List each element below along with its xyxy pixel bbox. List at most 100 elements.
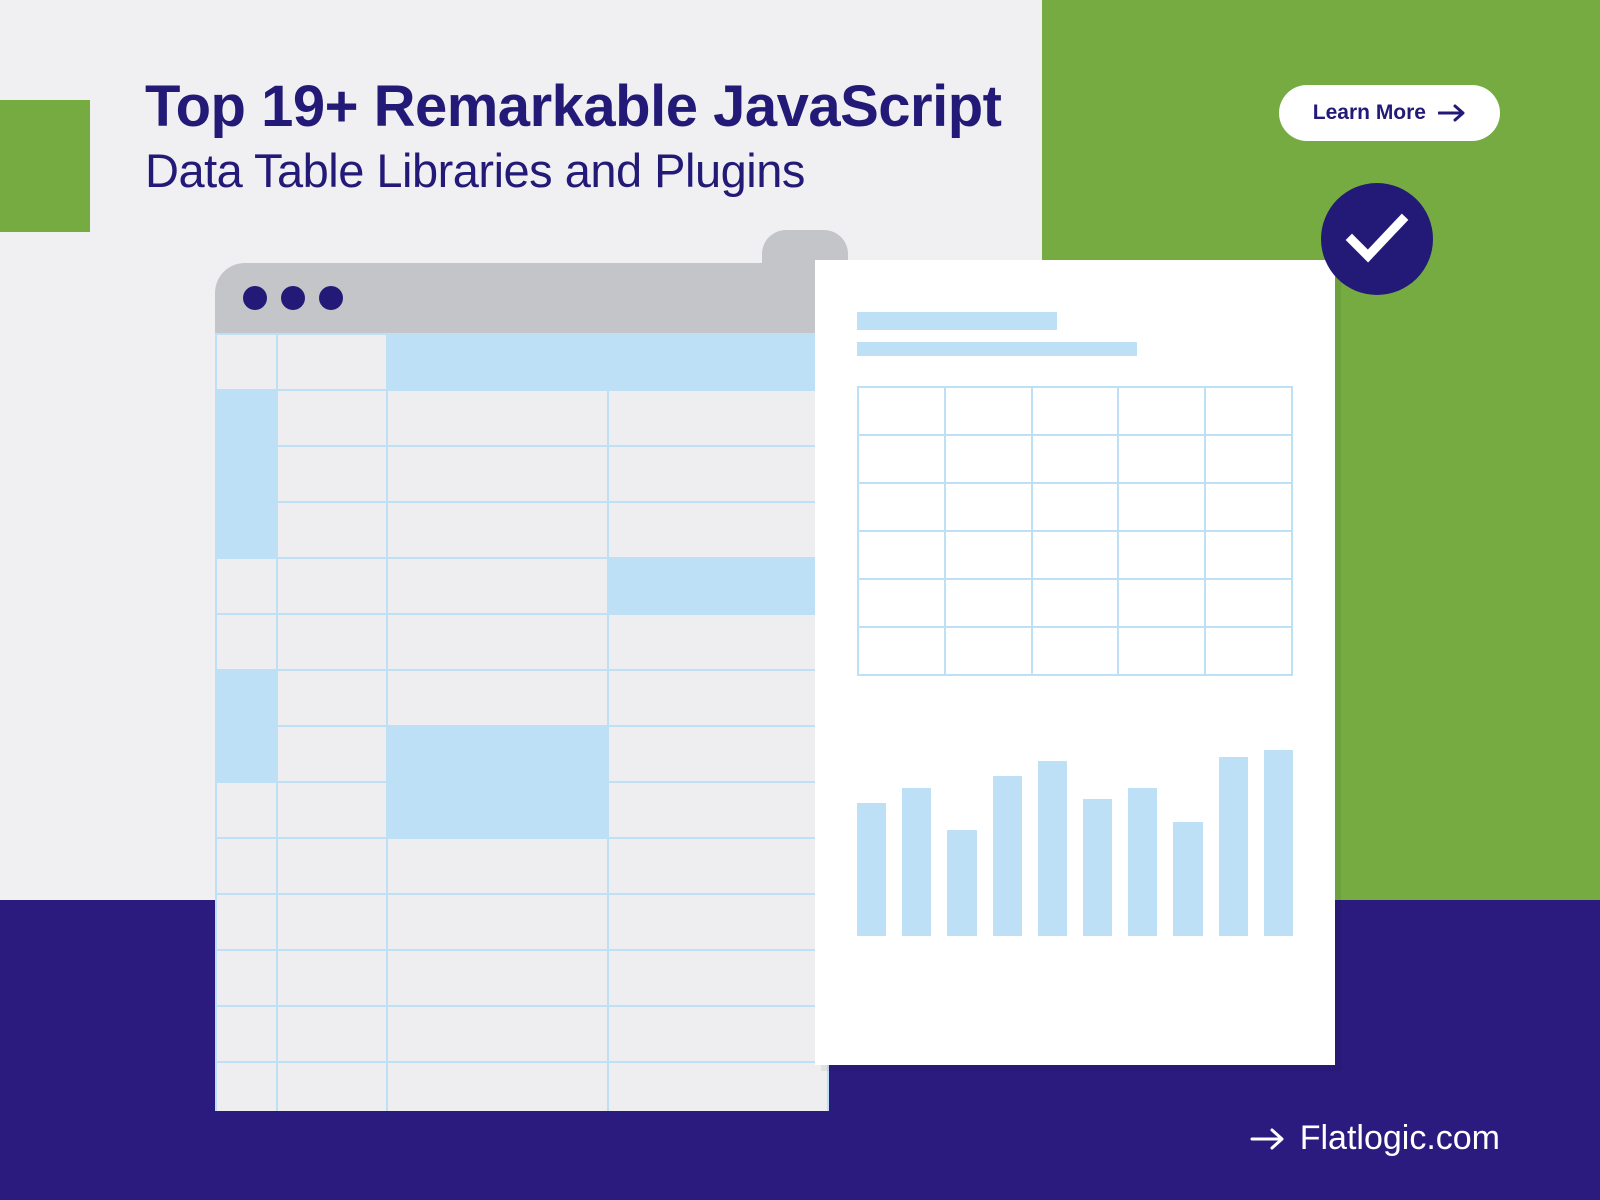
chart-bar [993, 776, 1022, 936]
table-cell [216, 334, 277, 390]
grid-cell [1205, 627, 1292, 675]
table-cell [216, 390, 277, 446]
grid-cell [1032, 531, 1119, 579]
grid-cell [858, 435, 945, 483]
grid-cell [858, 531, 945, 579]
grid-cell [1118, 531, 1205, 579]
grid-cell [1032, 387, 1119, 435]
grid-cell [858, 627, 945, 675]
table-cell [608, 838, 828, 894]
table-cell [608, 390, 828, 446]
background-green-tab [0, 100, 90, 232]
table-cell [216, 782, 277, 838]
grid-cell [858, 387, 945, 435]
table-cell [277, 726, 387, 782]
table-cell [277, 950, 387, 1006]
table-cell [387, 726, 607, 782]
grid-cell [858, 483, 945, 531]
grid-cell [1118, 483, 1205, 531]
grid-cell [1118, 435, 1205, 483]
table-cell [387, 950, 607, 1006]
table-cell [387, 614, 607, 670]
table-cell [277, 1006, 387, 1062]
table-cell [387, 838, 607, 894]
table-cell [277, 670, 387, 726]
chart-bar [1038, 761, 1067, 936]
table-cell [608, 950, 828, 1006]
browser-table [215, 333, 829, 1111]
table-cell [216, 502, 277, 558]
learn-more-button[interactable]: Learn More [1279, 85, 1500, 141]
chart-bar [1219, 757, 1248, 936]
table-cell [216, 614, 277, 670]
grid-cell [1118, 579, 1205, 627]
grid-cell [945, 531, 1032, 579]
grid-cell [858, 579, 945, 627]
window-dot-icon [281, 286, 305, 310]
doc-subheading-placeholder [857, 342, 1137, 356]
chart-bar [902, 788, 931, 936]
footer-site-link[interactable]: Flatlogic.com [1250, 1119, 1500, 1158]
arrow-right-icon [1250, 1126, 1286, 1152]
checkmark-icon [1344, 212, 1410, 266]
arrow-right-icon [1438, 103, 1466, 123]
table-cell [608, 782, 828, 838]
table-cell [277, 782, 387, 838]
table-cell [277, 502, 387, 558]
table-cell [387, 390, 607, 446]
table-cell [277, 558, 387, 614]
table-cell [387, 558, 607, 614]
table-cell [387, 502, 607, 558]
chart-bar [947, 830, 976, 936]
grid-cell [945, 387, 1032, 435]
window-dot-icon [319, 286, 343, 310]
table-cell [608, 558, 828, 614]
table-cell [608, 1006, 828, 1062]
grid-cell [1032, 483, 1119, 531]
grid-cell [1205, 387, 1292, 435]
table-cell [608, 670, 828, 726]
table-cell [216, 838, 277, 894]
table-cell [387, 1006, 607, 1062]
table-cell [216, 446, 277, 502]
table-cell [387, 334, 607, 390]
table-cell [216, 1062, 277, 1111]
footer-site-label: Flatlogic.com [1300, 1119, 1500, 1158]
headline-subtitle: Data Table Libraries and Plugins [145, 143, 1001, 198]
chart-bar [857, 803, 886, 936]
document-grid [857, 386, 1293, 676]
browser-titlebar [215, 263, 829, 333]
table-cell [387, 782, 607, 838]
grid-cell [1205, 579, 1292, 627]
grid-cell [1205, 531, 1292, 579]
table-cell [216, 726, 277, 782]
headline-title: Top 19+ Remarkable JavaScript [145, 75, 1001, 139]
table-cell [277, 390, 387, 446]
grid-cell [1032, 579, 1119, 627]
table-cell [277, 894, 387, 950]
table-cell [608, 446, 828, 502]
chart-bar [1128, 788, 1157, 936]
browser-window-illustration [215, 263, 829, 1111]
table-cell [216, 950, 277, 1006]
learn-more-label: Learn More [1313, 101, 1426, 125]
table-cell [277, 614, 387, 670]
table-cell [387, 894, 607, 950]
table-cell [387, 1062, 607, 1111]
table-cell [608, 334, 828, 390]
doc-heading-placeholder [857, 312, 1057, 330]
table-cell [216, 558, 277, 614]
checkmark-badge [1321, 183, 1433, 295]
grid-cell [945, 435, 1032, 483]
grid-cell [1032, 435, 1119, 483]
table-cell [387, 446, 607, 502]
table-cell [277, 838, 387, 894]
grid-cell [945, 627, 1032, 675]
grid-cell [1118, 627, 1205, 675]
chart-bar [1083, 799, 1112, 936]
table-cell [387, 670, 607, 726]
chart-bar [1173, 822, 1202, 936]
table-cell [277, 446, 387, 502]
table-cell [277, 1062, 387, 1111]
table-cell [608, 894, 828, 950]
